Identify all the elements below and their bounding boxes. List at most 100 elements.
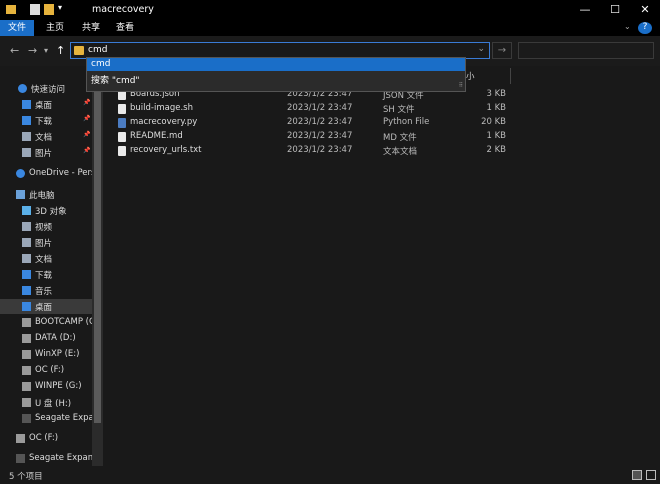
file-size: 2 KB [486,145,506,155]
external-drive-icon [16,454,25,463]
ribbon-tabs: 文件 主页 共享 查看 ⌄ [0,20,660,36]
sidebar-item[interactable]: 3D 对象 [0,203,92,218]
3d-objects-icon [22,206,31,215]
tab-file[interactable]: 文件 [0,20,35,36]
sidebar-item[interactable]: WinXP (E:) [0,347,92,362]
tab-share[interactable]: 共享 [74,20,108,36]
sidebar-item[interactable]: 文档 📌 [0,129,92,144]
sidebar-item[interactable]: WINPE (G:) [0,379,92,394]
go-button[interactable]: → [492,42,512,59]
sidebar-item[interactable]: 下载 📌 [0,113,92,128]
file-row[interactable]: recovery_urls.txt 2023/1/2 23:47 文本文档 2 KB [104,144,544,158]
large-icons-view-icon[interactable] [646,470,656,480]
file-row[interactable]: build-image.sh 2023/1/2 23:47 SH 文件 1 KB [104,102,544,116]
file-icon [118,104,126,114]
sidebar-item[interactable]: 桌面 📌 [0,97,92,112]
file-name: README.md [130,131,183,141]
star-icon [18,84,27,93]
address-suggestions: cmd 搜索 "cmd" ⠿ [86,57,466,92]
sidebar-item-label: 文档 [35,255,53,265]
file-size: 1 KB [486,103,506,113]
music-icon [22,286,31,295]
sidebar-item[interactable]: 文档 [0,251,92,266]
sidebar-item-label: 下载 [35,271,53,281]
sidebar-item[interactable]: Seagate Expan [0,411,92,426]
file-row[interactable]: README.md 2023/1/2 23:47 MD 文件 1 KB [104,130,544,144]
minimize-button[interactable]: — [570,0,600,20]
pin-icon: 📌 [83,147,91,154]
file-type: MD 文件 [383,133,417,143]
sidebar-item[interactable]: OC (F:) [0,363,92,378]
pictures-icon [22,148,31,157]
desktop-icon [22,100,31,109]
scrollbar-thumb[interactable] [94,78,101,423]
quick-access-dropdown-icon[interactable]: ▾ [58,3,62,12]
sidebar-item[interactable]: BOOTCAMP (C [0,315,92,330]
address-input[interactable]: cmd [88,45,107,55]
pin-icon: 📌 [83,131,91,138]
drive-icon [22,382,31,391]
maximize-button[interactable]: ☐ [600,0,630,20]
sidebar-item-label: Seagate Expan [35,413,92,423]
sidebar-item[interactable]: 此电脑 [0,187,92,202]
search-input[interactable] [518,42,654,59]
sidebar-item-label: WinXP (E:) [35,349,80,359]
help-icon[interactable]: ? [638,22,652,34]
file-name: macrecovery.py [130,117,198,127]
search-suggestion-item[interactable]: 搜索 "cmd" [91,73,140,86]
sidebar-item[interactable]: OC (F:) [0,431,92,446]
sidebar-item-label: 此电脑 [29,191,55,201]
tab-home[interactable]: 主页 [38,20,72,36]
sidebar-item[interactable]: 音乐 [0,283,92,298]
file-type: 文本文档 [383,147,418,157]
horizontal-scroll-area [104,458,660,466]
file-date: 2023/1/2 23:47 [287,117,353,127]
suggestion-label: cmd [91,59,111,69]
forward-icon[interactable]: → [28,44,37,57]
file-row[interactable]: macrecovery.py 2023/1/2 23:47 Python File 2… [104,116,544,130]
folder-icon [6,5,16,14]
sidebar-item-label: OC (F:) [35,365,65,375]
column-divider[interactable] [510,68,511,84]
sidebar-item-label: U 盘 (H:) [35,399,72,409]
ribbon-expand-icon[interactable]: ⌄ [624,22,631,31]
column-header-size[interactable]: 小 [466,70,475,86]
sidebar-item-label: DATA (D:) [35,333,76,343]
file-date: 2023/1/2 23:47 [287,131,353,141]
file-name: build-image.sh [130,103,193,113]
sidebar-item[interactable]: 图片 [0,235,92,250]
sidebar-item-label: OneDrive - Perso [29,168,92,178]
sidebar-scrollbar[interactable] [92,68,103,466]
sidebar-item-label: 3D 对象 [35,207,67,217]
sidebar-item[interactable]: DATA (D:) [0,331,92,346]
sidebar-item[interactable]: Seagate Expansi [0,451,92,466]
tab-view[interactable]: 查看 [108,20,142,36]
recent-locations-icon[interactable]: ▾ [44,46,48,55]
close-button[interactable]: ✕ [630,0,660,20]
details-view-icon[interactable] [632,470,642,480]
file-icon [118,118,126,128]
back-icon[interactable]: ← [10,44,19,57]
desktop-icon [22,302,31,311]
sidebar-item[interactable]: 下载 [0,267,92,282]
sidebar-item[interactable]: U 盘 (H:) [0,395,92,410]
navigation-pane: 快速访问桌面 📌 下载 📌 文档 📌 图片 📌 OneDrive - Perso 此电脑 3D 对象… [0,68,103,466]
resize-grip-icon[interactable]: ⠿ [459,82,463,89]
sidebar-item[interactable]: 桌面 [0,299,92,314]
up-icon[interactable]: ↑ [56,44,65,57]
drive-icon [22,318,31,327]
sidebar-item-label: WINPE (G:) [35,381,82,391]
new-folder-icon[interactable] [44,4,54,15]
suggestion-item[interactable]: cmd [87,58,465,71]
folder-icon [74,46,84,55]
properties-icon[interactable] [30,4,40,15]
file-list: 小 Boards.json 2023/1/2 23:47 JSON 文件 3 KB bu… [104,68,660,466]
sidebar-item[interactable]: 视频 [0,219,92,234]
sidebar-item[interactable]: 图片 📌 [0,145,92,160]
sidebar-item[interactable]: 快速访问 [0,81,92,96]
sidebar-item[interactable]: OneDrive - Perso [0,166,92,181]
external-drive-icon [22,414,31,423]
file-size: 20 KB [481,117,506,127]
address-dropdown-icon[interactable]: ⌄ [477,44,485,54]
file-icon [118,132,126,142]
